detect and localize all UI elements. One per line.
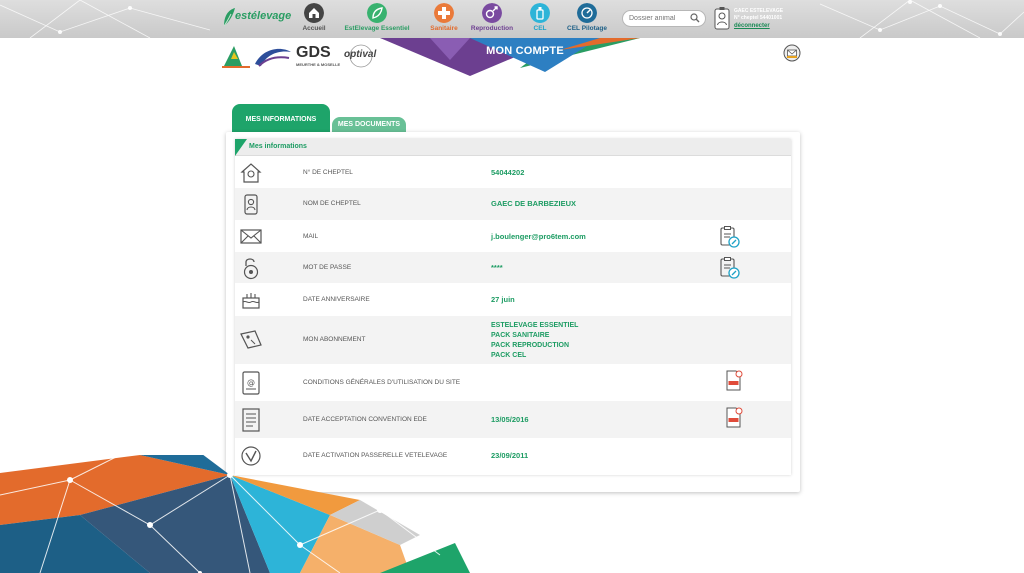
row-value: 13/05/2016 — [491, 415, 529, 424]
user-badge-icon — [714, 7, 730, 30]
edit-clipboard-icon[interactable] — [719, 256, 741, 280]
info-row-password: Mot de passe **** — [235, 252, 791, 283]
top-navigation-bar: estélevage Accueil EstElevage Essentiel … — [0, 0, 1024, 38]
nav-label: CEL Pilotage — [567, 25, 607, 32]
info-row-birthday: Date anniversaire 27 juin — [235, 283, 791, 316]
row-value: j.boulenger@pro6tem.com — [491, 232, 586, 241]
nav-label: CEL — [533, 25, 547, 32]
partner-logo-a-icon[interactable] — [220, 44, 252, 70]
padlock-icon — [243, 258, 259, 280]
search-icon[interactable] — [690, 13, 700, 23]
row-label: Nom de cheptel — [303, 200, 361, 207]
row-label: Mon abonnement — [303, 336, 366, 343]
user-name: GAEC ESTELEVAGE — [734, 8, 784, 14]
optival-logo-text: optival — [344, 49, 377, 60]
info-row-ede-convention: Date acceptation convention EDE 13/05/20… — [235, 401, 791, 438]
pdf-icon[interactable] — [725, 370, 743, 392]
card-title: Mes informations — [249, 143, 307, 150]
row-label: N° de cheptel — [303, 169, 353, 176]
info-row-cheptel-number: N° de cheptel 54044202 — [235, 157, 791, 188]
row-value: 27 juin — [491, 295, 515, 304]
dashboard-icon — [577, 3, 597, 23]
mailbox-icon[interactable] — [783, 44, 801, 62]
row-value: 54044202 — [491, 168, 525, 177]
subscription-item: PACK CEL — [491, 352, 527, 359]
reproduction-icon — [482, 3, 502, 23]
nav-sanitaire[interactable]: Sanitaire — [428, 3, 460, 35]
info-row-cheptel-name: Nom de cheptel GAEC DE BARBEZIEUX — [235, 188, 791, 220]
subscription-item: PACK REPRODUCTION — [491, 342, 570, 349]
nav-cel-pilotage[interactable]: CEL Pilotage — [566, 3, 608, 35]
estelevage-logo[interactable]: estélevage — [222, 6, 292, 28]
svg-text:@: @ — [247, 378, 255, 387]
tab-mes-informations[interactable]: MES INFORMATIONS — [232, 104, 330, 132]
bottom-decoration — [0, 455, 470, 573]
user-cheptel-number: N° cheptel 54401001 — [734, 15, 783, 21]
envelope-icon — [240, 229, 262, 244]
edit-clipboard-icon[interactable] — [719, 225, 741, 249]
document-lines-icon — [242, 408, 260, 432]
card-header — [235, 139, 791, 156]
banner-decoration — [380, 38, 640, 76]
nav-reproduction[interactable]: Reproduction — [470, 3, 514, 35]
row-label: Mot de passe — [303, 264, 352, 271]
nav-label: Reproduction — [470, 25, 514, 32]
partner-logo-swoosh-icon[interactable] — [253, 46, 293, 70]
tab-mes-documents[interactable]: MES DOCUMENTS — [332, 117, 406, 132]
document-at-icon: @ — [242, 371, 260, 395]
house-icon — [304, 3, 324, 23]
row-label: Mail — [303, 233, 319, 240]
row-value: **** — [491, 263, 503, 272]
nav-cel[interactable]: CEL — [528, 3, 552, 35]
row-label: Date anniversaire — [303, 296, 370, 303]
page-title: MON COMPTE — [486, 45, 564, 57]
leaf-icon — [367, 3, 387, 23]
gds-logo-subtitle: MEURTHE & MOSELLE — [296, 62, 341, 67]
subscription-list: ESTELEVAGE ESSENTIEL PACK SANITAIRE PACK… — [491, 321, 578, 361]
subscription-item: ESTELEVAGE ESSENTIEL — [491, 322, 579, 329]
leaf-logo-icon — [223, 8, 235, 27]
gds-logo[interactable]: GDS MEURTHE & MOSELLE — [296, 44, 340, 70]
gds-logo-text: GDS — [296, 44, 331, 61]
id-badge-icon — [244, 194, 258, 215]
row-value: GAEC DE BARBEZIEUX — [491, 199, 577, 208]
row-label: Conditions générales d'utilisation du si… — [303, 379, 461, 386]
pdf-icon[interactable] — [725, 407, 743, 429]
subscription-item: PACK SANITAIRE — [491, 332, 550, 339]
card-header-corner — [235, 139, 247, 156]
info-row-mail: Mail j.boulenger@pro6tem.com — [235, 220, 791, 252]
logo-text: estélevage — [235, 10, 292, 22]
medical-cross-icon — [434, 3, 454, 23]
optival-logo[interactable]: optival — [340, 44, 382, 70]
nav-label: Accueil — [302, 25, 326, 32]
nav-label: EstElevage Essentiel — [344, 25, 410, 32]
nav-accueil[interactable]: Accueil — [300, 3, 328, 35]
bottle-icon — [530, 3, 550, 23]
farm-house-icon — [240, 163, 262, 183]
price-tag-icon — [240, 330, 262, 349]
nav-estelevage-essentiel[interactable]: EstElevage Essentiel — [344, 3, 410, 35]
cake-icon — [242, 293, 260, 309]
info-row-terms: @ Conditions générales d'utilisation du … — [235, 364, 791, 401]
logout-link[interactable]: déconnecter — [734, 23, 770, 29]
info-row-subscription: Mon abonnement ESTELEVAGE ESSENTIEL PACK… — [235, 316, 791, 364]
row-label: Date acceptation convention EDE — [303, 416, 427, 423]
nav-label: Sanitaire — [430, 25, 458, 32]
